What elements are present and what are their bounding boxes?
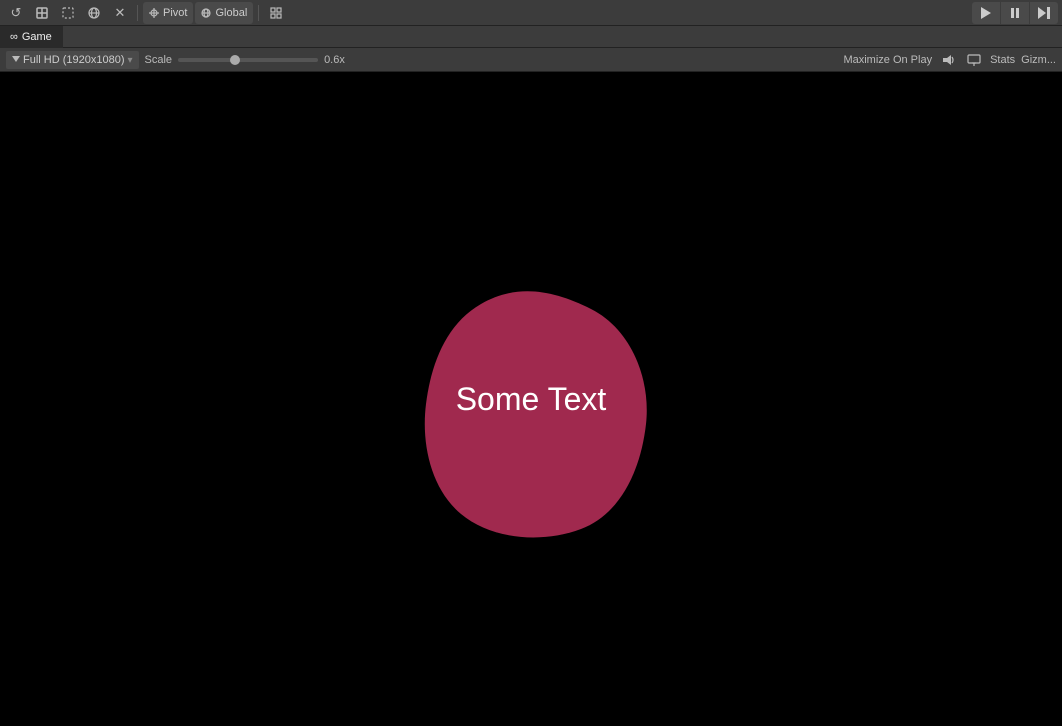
rect-tool-button[interactable]: [30, 2, 54, 24]
scale-slider[interactable]: [178, 58, 318, 62]
pivot-label: Pivot: [163, 7, 187, 19]
resolution-chevron: [128, 54, 133, 66]
maximize-on-play-label: Maximize On Play: [843, 54, 932, 66]
step-button[interactable]: [1030, 2, 1058, 24]
stats-button[interactable]: Stats: [990, 54, 1015, 66]
grid-button[interactable]: [264, 2, 288, 24]
game-viewport: Some Text: [0, 72, 1062, 726]
game-toolbar: Full HD (1920x1080) Scale 0.6x Maximize …: [0, 48, 1062, 72]
display-icon-button[interactable]: [964, 53, 984, 67]
blob-container: Some Text: [391, 249, 671, 549]
tab-game[interactable]: ∞ Game: [0, 26, 63, 48]
scale-value: 0.6x: [324, 54, 345, 66]
undo-button[interactable]: ↺: [4, 2, 28, 24]
globe-icon-button[interactable]: [82, 2, 106, 24]
audio-icon-button[interactable]: [938, 53, 958, 67]
game-tab-icon: ∞: [10, 31, 18, 43]
tab-bar: ∞ Game: [0, 26, 1062, 48]
separator-1: [137, 5, 138, 21]
play-controls: [972, 2, 1058, 24]
top-toolbar: ↺ ✕ Pivot Global: [0, 0, 1062, 26]
pause-button[interactable]: [1001, 2, 1029, 24]
settings-button[interactable]: ✕: [108, 2, 132, 24]
global-dropdown[interactable]: Global: [195, 2, 253, 24]
blob-shape: [391, 249, 671, 549]
separator-2: [258, 5, 259, 21]
gizmos-button[interactable]: Gizm...: [1021, 54, 1056, 66]
game-toolbar-right: Maximize On Play Stats Gizm...: [843, 53, 1056, 67]
play-button[interactable]: [972, 2, 1000, 24]
pivot-dropdown[interactable]: Pivot: [143, 2, 193, 24]
scale-label: Scale: [145, 54, 173, 66]
resolution-label: Full HD (1920x1080): [23, 54, 125, 66]
rect-select-button[interactable]: [56, 2, 80, 24]
global-label: Global: [215, 7, 247, 19]
game-tab-label: Game: [22, 31, 52, 43]
resolution-dropdown[interactable]: Full HD (1920x1080): [6, 51, 139, 69]
